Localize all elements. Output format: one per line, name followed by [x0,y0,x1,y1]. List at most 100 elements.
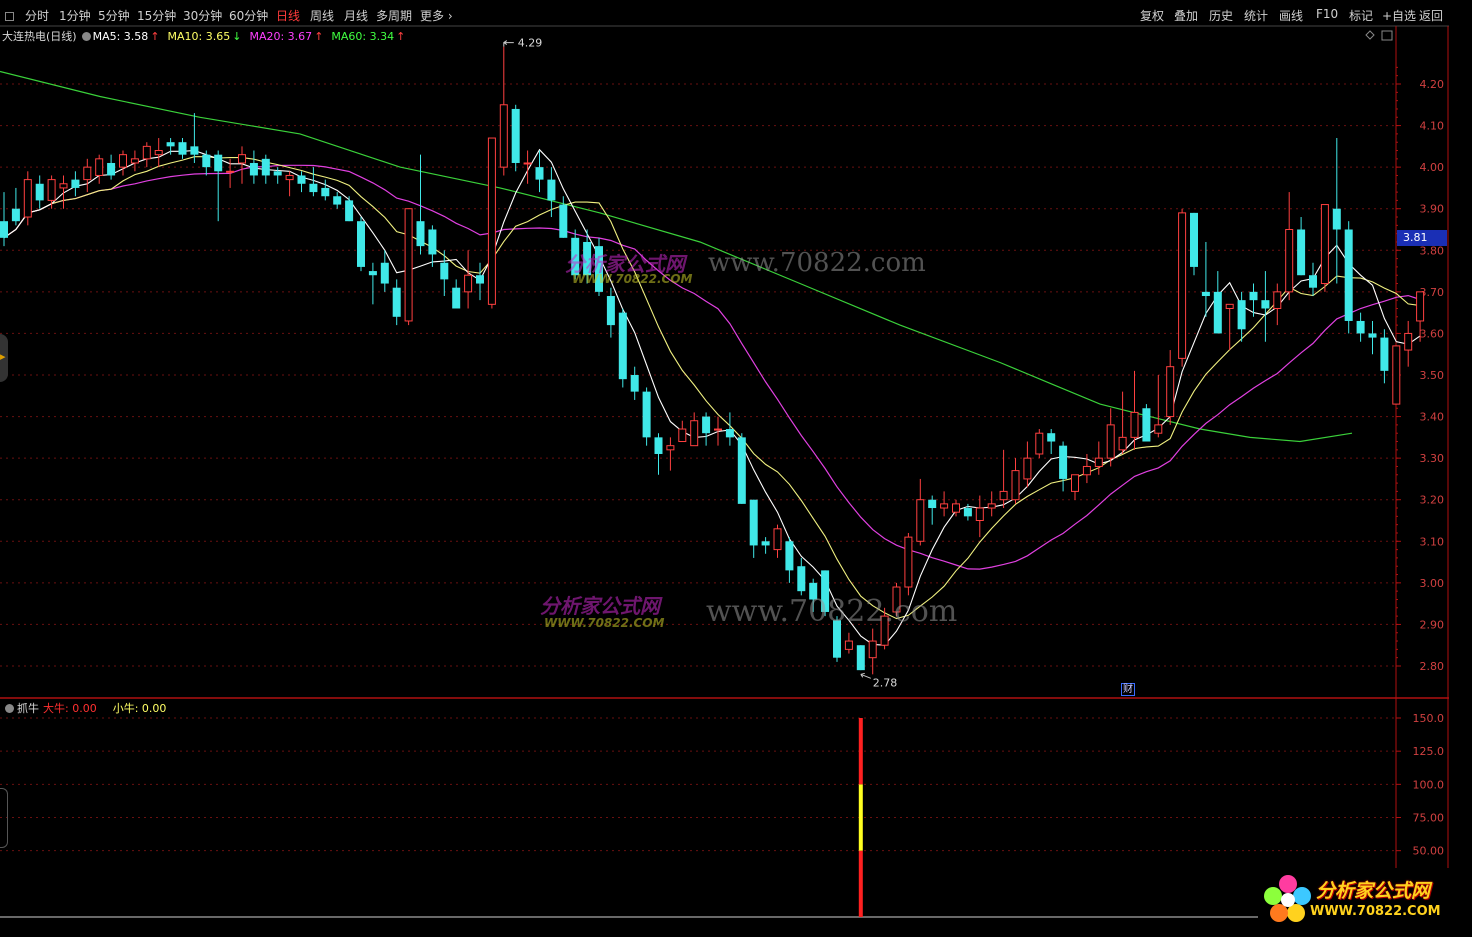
candle-body-down [35,183,44,201]
candle-body-down [618,312,627,380]
candle-body-up [285,174,294,181]
candle-body-down [1237,300,1246,330]
flower-logo-icon [1264,875,1311,922]
candle-body-up [678,428,687,443]
ma20-line [3,164,1421,570]
indicator-tick-label: 150.0 [1413,712,1445,725]
y-tick-label: 3.80 [1420,244,1445,257]
candle-body-down [606,296,615,326]
candle-body-down [559,204,568,238]
candle-body-up [1285,229,1294,293]
candle-body-down [380,262,389,284]
candle-body-up [1130,411,1139,438]
candle-body-up [226,170,235,173]
candle-body-up [154,150,163,156]
candle-body-up [714,428,722,431]
candle-body-down [535,167,544,180]
candle-body-down [1356,320,1365,334]
candle-body-up [952,503,960,513]
watermark-url-1: WWW.70822.COM [572,272,693,286]
candle-body-down [368,271,377,276]
candle-body-up [987,503,996,509]
candle-body-down [1213,291,1222,334]
ma5-line [3,148,1421,646]
indicator-scroll-handle[interactable] [0,788,8,848]
candle-body-up [1023,457,1032,480]
candle-body-up [59,183,68,189]
candle-body-down [273,171,282,176]
candle-body-down [725,429,734,438]
candle-body-down [392,287,401,317]
candle-body-up [1154,424,1163,434]
y-tick-label: 3.40 [1420,411,1445,424]
watermark-cn-2: 分析家公式网 [540,594,660,618]
candle-body-up [1106,424,1115,459]
indicator-bar-segment [858,718,863,785]
candle-body-down [11,208,20,222]
candle-body-up [1392,345,1401,405]
candle-body-down [71,179,80,188]
y-tick-label: 3.50 [1420,369,1445,382]
candle-body-down [1047,433,1056,442]
candle-body-up [975,507,984,521]
candle-body-up [464,274,473,293]
candle-body-down [856,645,865,671]
candle-body-up [1118,436,1127,451]
candle-body-up [666,445,675,451]
candle-body-down [416,221,425,247]
candle-body-down [333,196,342,205]
candle-body-down [642,391,651,438]
logo-url: WWW.70822.COM [1310,904,1441,919]
candle-body-down [261,158,270,176]
candle-body-up [487,137,496,305]
candle-body-down [452,287,461,309]
candle-body-down [1249,291,1258,301]
candle-body-down [345,200,354,222]
ma10-line [3,156,1421,620]
low-price-label: 2.78 [873,676,898,689]
y-tick-label: 3.10 [1420,535,1445,548]
candlestick-chart[interactable]: 4.204.104.003.903.803.703.603.503.403.30… [0,0,1472,937]
left-panel-handle[interactable]: ▸ [0,334,8,382]
candle-body-up [1071,474,1079,492]
finance-badge[interactable]: 财 [1121,683,1135,696]
indicator-tick-label: 125.0 [1413,745,1445,758]
candle-body-up [1273,291,1282,309]
candle-body-down [702,416,711,434]
candle-body-up [404,208,413,322]
y-tick-label: 3.20 [1420,494,1445,507]
candle-body-down [1368,333,1377,338]
chart-window: 分时 1分钟 5分钟 15分钟 30分钟 60分钟 日线 周线 月线 多周期 更… [0,0,1472,937]
candle-body-down [749,499,758,546]
candle-body-up [499,104,508,168]
watermark-text-2: www.70822.com [706,594,958,629]
candle-body-down [1201,291,1210,297]
candle-body-down [107,162,116,176]
candle-body-up [1320,204,1329,285]
y-tick-label: 3.30 [1420,452,1445,465]
candle-body-up [523,162,532,165]
candle-body-down [1344,229,1353,321]
candle-body-down [297,175,306,184]
candle-body-down [321,187,330,197]
candle-body-up [83,166,92,181]
y-tick-label: 3.90 [1420,203,1445,216]
candle-body-down [178,142,187,155]
logo-title: 分析家公式网 [1316,880,1431,902]
candle-body-down [190,146,199,155]
indicator-bar-segment [858,850,863,917]
candle-body-down [511,108,520,163]
y-tick-label: 2.80 [1420,660,1445,673]
indicator-tick-label: 50.00 [1413,845,1445,858]
candle-body-down [1059,445,1068,479]
candle-body-down [214,154,223,172]
candle-body-up [130,158,139,164]
candle-body-up [47,179,56,201]
candle-body-up [773,528,782,551]
high-marker [503,40,514,47]
candle-body-down [202,154,211,168]
candle-body-up [95,158,104,176]
candle-body-down [0,221,8,238]
candle-body-down [797,566,806,592]
watermark-url-2: WWW.70822.COM [544,616,665,630]
